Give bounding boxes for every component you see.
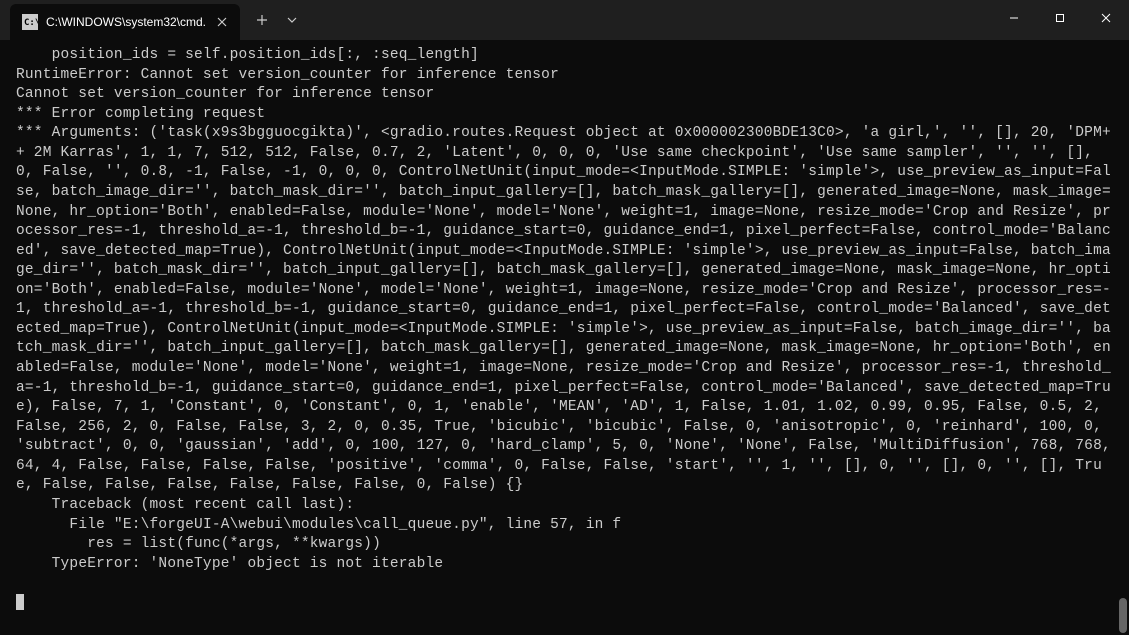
terminal-line: TypeError: 'NoneType' object is not iter… (16, 556, 443, 572)
tab-title: C:\WINDOWS\system32\cmd. (46, 15, 206, 29)
terminal-line: res = list(func(*args, **kwargs)) (16, 536, 381, 552)
maximize-button[interactable] (1037, 0, 1083, 36)
terminal-line: position_ids = self.position_ids[:, :seq… (16, 47, 479, 63)
terminal-line: RuntimeError: Cannot set version_counter… (16, 67, 559, 83)
scrollbar-thumb[interactable] (1119, 598, 1127, 633)
terminal-line: *** Arguments: ('task(x9s3bgguocgikta)',… (16, 125, 1120, 493)
close-button[interactable] (1083, 0, 1129, 36)
terminal-cursor (16, 594, 24, 610)
terminal-output[interactable]: position_ids = self.position_ids[:, :seq… (0, 40, 1129, 635)
terminal-line: Cannot set version_counter for inference… (16, 86, 434, 102)
tab-dropdown-button[interactable] (278, 4, 306, 36)
new-tab-button[interactable] (246, 4, 278, 36)
svg-text:C:\: C:\ (24, 18, 38, 28)
terminal-line: *** Error completing request (16, 106, 265, 122)
minimize-button[interactable] (991, 0, 1037, 36)
tab-close-button[interactable] (214, 14, 230, 30)
scrollbar-track[interactable] (1119, 40, 1127, 633)
cmd-icon: C:\ (22, 14, 38, 30)
terminal-line: Traceback (most recent call last): (16, 497, 354, 513)
titlebar: C:\ C:\WINDOWS\system32\cmd. (0, 0, 1129, 40)
terminal-line: File "E:\forgeUI-A\webui\modules\call_qu… (16, 517, 621, 533)
window-controls (991, 0, 1129, 36)
terminal-tab[interactable]: C:\ C:\WINDOWS\system32\cmd. (10, 4, 240, 40)
